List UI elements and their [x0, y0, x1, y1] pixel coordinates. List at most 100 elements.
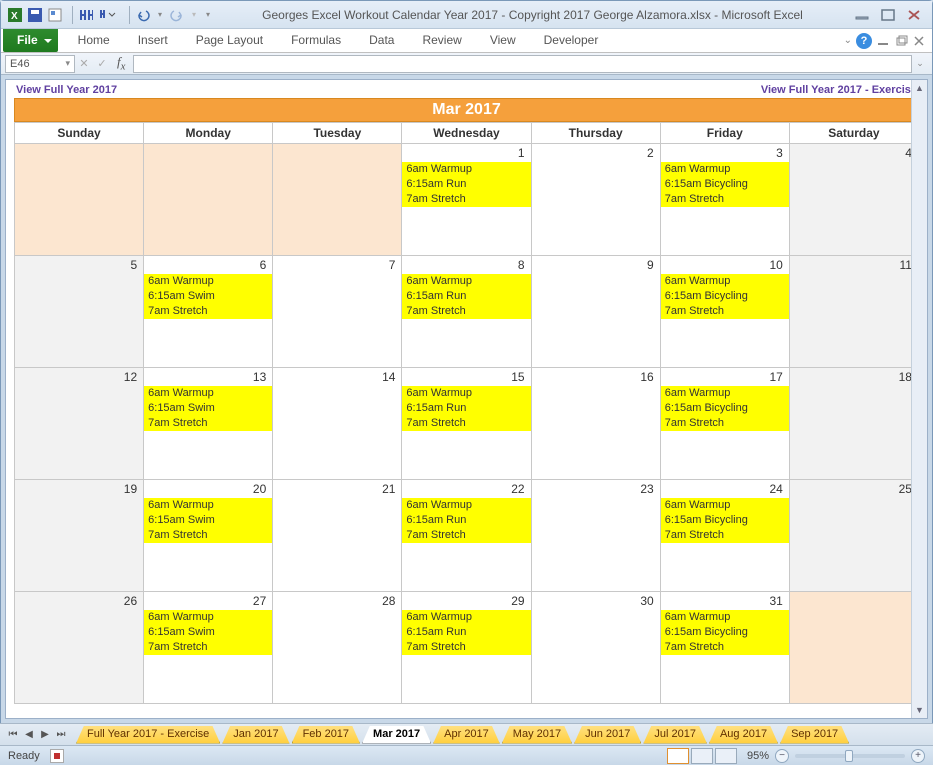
qat-customize-icon[interactable]: ▾ — [203, 7, 213, 23]
calendar-event[interactable]: 6:15am Bicycling — [661, 513, 789, 528]
calendar-event[interactable]: 6:15am Run — [402, 513, 530, 528]
fx-icon[interactable]: fx — [117, 54, 125, 73]
save-icon[interactable] — [27, 7, 43, 23]
calendar-cell[interactable]: 5 — [15, 256, 144, 368]
link-full-year-exercise[interactable]: View Full Year 2017 - Exercise — [761, 84, 917, 96]
calendar-event[interactable]: 6:15am Swim — [144, 625, 272, 640]
calendar-event[interactable]: 6am Warmup — [661, 274, 789, 289]
calendar-cell[interactable]: 206am Warmup6:15am Swim7am Stretch — [144, 480, 273, 592]
calendar-cell[interactable] — [273, 144, 402, 256]
calendar-event[interactable]: 7am Stretch — [661, 416, 789, 431]
help-icon[interactable]: ? — [856, 33, 872, 49]
calendar-event[interactable]: 6:15am Swim — [144, 289, 272, 304]
scroll-down-icon[interactable]: ▼ — [912, 702, 927, 718]
calendar-event[interactable]: 6am Warmup — [144, 610, 272, 625]
print-preview-icon[interactable] — [47, 7, 63, 23]
calendar-cell[interactable]: 14 — [273, 368, 402, 480]
calendar-event[interactable]: 6am Warmup — [402, 162, 530, 177]
zoom-slider[interactable] — [795, 754, 905, 758]
ribbon-tab-insert[interactable]: Insert — [124, 29, 182, 52]
ribbon-minimize-icon[interactable]: ⌄ — [844, 35, 852, 46]
scroll-up-icon[interactable]: ▲ — [912, 80, 927, 96]
calendar-cell[interactable]: 18 — [790, 368, 919, 480]
calendar-cell[interactable]: 26 — [15, 592, 144, 704]
calendar-cell[interactable]: 66am Warmup6:15am Swim7am Stretch — [144, 256, 273, 368]
calendar-cell[interactable]: 11 — [790, 256, 919, 368]
calendar-cell[interactable]: 86am Warmup6:15am Run7am Stretch — [402, 256, 531, 368]
calendar-cell[interactable]: 136am Warmup6:15am Swim7am Stretch — [144, 368, 273, 480]
calendar-event[interactable]: 6am Warmup — [661, 610, 789, 625]
formula-expand-icon[interactable]: ⌄ — [912, 58, 928, 69]
calendar-event[interactable]: 6:15am Bicycling — [661, 401, 789, 416]
redo-dropdown-icon[interactable]: ▾ — [189, 7, 199, 23]
sheet-tab[interactable]: Apr 2017 — [433, 726, 500, 744]
calendar-cell[interactable]: 156am Warmup6:15am Run7am Stretch — [402, 368, 531, 480]
calendar-cell[interactable]: 30 — [532, 592, 661, 704]
zoom-out-icon[interactable]: − — [775, 749, 789, 763]
sheet-tab[interactable]: Jul 2017 — [643, 726, 707, 744]
calendar-event[interactable]: 6:15am Bicycling — [661, 289, 789, 304]
calendar-event[interactable]: 6am Warmup — [661, 162, 789, 177]
calendar-event[interactable]: 6am Warmup — [144, 386, 272, 401]
macro-record-icon[interactable] — [50, 749, 64, 763]
calendar-cell[interactable]: 106am Warmup6:15am Bicycling7am Stretch — [661, 256, 790, 368]
find-dropdown-icon[interactable] — [98, 7, 120, 23]
calendar-cell[interactable]: 7 — [273, 256, 402, 368]
calendar-event[interactable]: 6am Warmup — [402, 610, 530, 625]
calendar-event[interactable]: 7am Stretch — [402, 528, 530, 543]
calendar-cell[interactable]: 4 — [790, 144, 919, 256]
calendar-cell[interactable]: 316am Warmup6:15am Bicycling7am Stretch — [661, 592, 790, 704]
calendar-event[interactable]: 6:15am Run — [402, 289, 530, 304]
calendar-event[interactable]: 7am Stretch — [661, 528, 789, 543]
calendar-cell[interactable] — [144, 144, 273, 256]
calendar-cell[interactable]: 176am Warmup6:15am Bicycling7am Stretch — [661, 368, 790, 480]
formula-input[interactable] — [133, 55, 912, 73]
calendar-event[interactable]: 6:15am Run — [402, 625, 530, 640]
doc-minimize-icon[interactable] — [876, 36, 890, 46]
calendar-event[interactable]: 6:15am Swim — [144, 513, 272, 528]
calendar-event[interactable]: 6am Warmup — [144, 498, 272, 513]
calendar-cell[interactable] — [790, 592, 919, 704]
calendar-event[interactable]: 6:15am Bicycling — [661, 177, 789, 192]
redo-icon[interactable] — [169, 7, 185, 23]
calendar-event[interactable]: 6:15am Run — [402, 401, 530, 416]
calendar-event[interactable]: 7am Stretch — [144, 640, 272, 655]
ribbon-tab-home[interactable]: Home — [64, 29, 124, 52]
calendar-event[interactable]: 6:15am Bicycling — [661, 625, 789, 640]
calendar-cell[interactable]: 9 — [532, 256, 661, 368]
calendar-cell[interactable] — [15, 144, 144, 256]
calendar-cell[interactable]: 2 — [532, 144, 661, 256]
page-layout-view-icon[interactable] — [691, 748, 713, 764]
zoom-in-icon[interactable]: + — [911, 749, 925, 763]
calendar-event[interactable]: 7am Stretch — [402, 640, 530, 655]
normal-view-icon[interactable] — [667, 748, 689, 764]
calendar-cell[interactable]: 226am Warmup6:15am Run7am Stretch — [402, 480, 531, 592]
minimize-icon[interactable] — [850, 5, 874, 25]
sheet-tab[interactable]: May 2017 — [502, 726, 572, 744]
page-break-view-icon[interactable] — [715, 748, 737, 764]
calendar-cell[interactable]: 246am Warmup6:15am Bicycling7am Stretch — [661, 480, 790, 592]
calendar-cell[interactable]: 21 — [273, 480, 402, 592]
calendar-cell[interactable]: 16 — [532, 368, 661, 480]
sheet-tab[interactable]: Sep 2017 — [780, 726, 849, 744]
calendar-event[interactable]: 6am Warmup — [402, 274, 530, 289]
tab-prev-icon[interactable]: ◀ — [22, 729, 36, 740]
calendar-cell[interactable]: 28 — [273, 592, 402, 704]
maximize-icon[interactable] — [876, 5, 900, 25]
calendar-event[interactable]: 6:15am Run — [402, 177, 530, 192]
calendar-event[interactable]: 7am Stretch — [661, 304, 789, 319]
ribbon-tab-page-layout[interactable]: Page Layout — [182, 29, 277, 52]
vertical-scrollbar[interactable]: ▲ ▼ — [911, 80, 927, 718]
calendar-event[interactable]: 7am Stretch — [402, 192, 530, 207]
doc-restore-icon[interactable] — [894, 35, 908, 47]
calendar-cell[interactable]: 19 — [15, 480, 144, 592]
ribbon-tab-review[interactable]: Review — [408, 29, 475, 52]
ribbon-tab-view[interactable]: View — [476, 29, 530, 52]
ribbon-tab-data[interactable]: Data — [355, 29, 408, 52]
calendar-event[interactable]: 7am Stretch — [144, 528, 272, 543]
close-icon[interactable] — [902, 5, 926, 25]
calendar-event[interactable]: 6am Warmup — [402, 498, 530, 513]
zoom-level[interactable]: 95% — [747, 750, 769, 762]
calendar-cell[interactable]: 12 — [15, 368, 144, 480]
sheet-tab[interactable]: Mar 2017 — [362, 726, 431, 744]
